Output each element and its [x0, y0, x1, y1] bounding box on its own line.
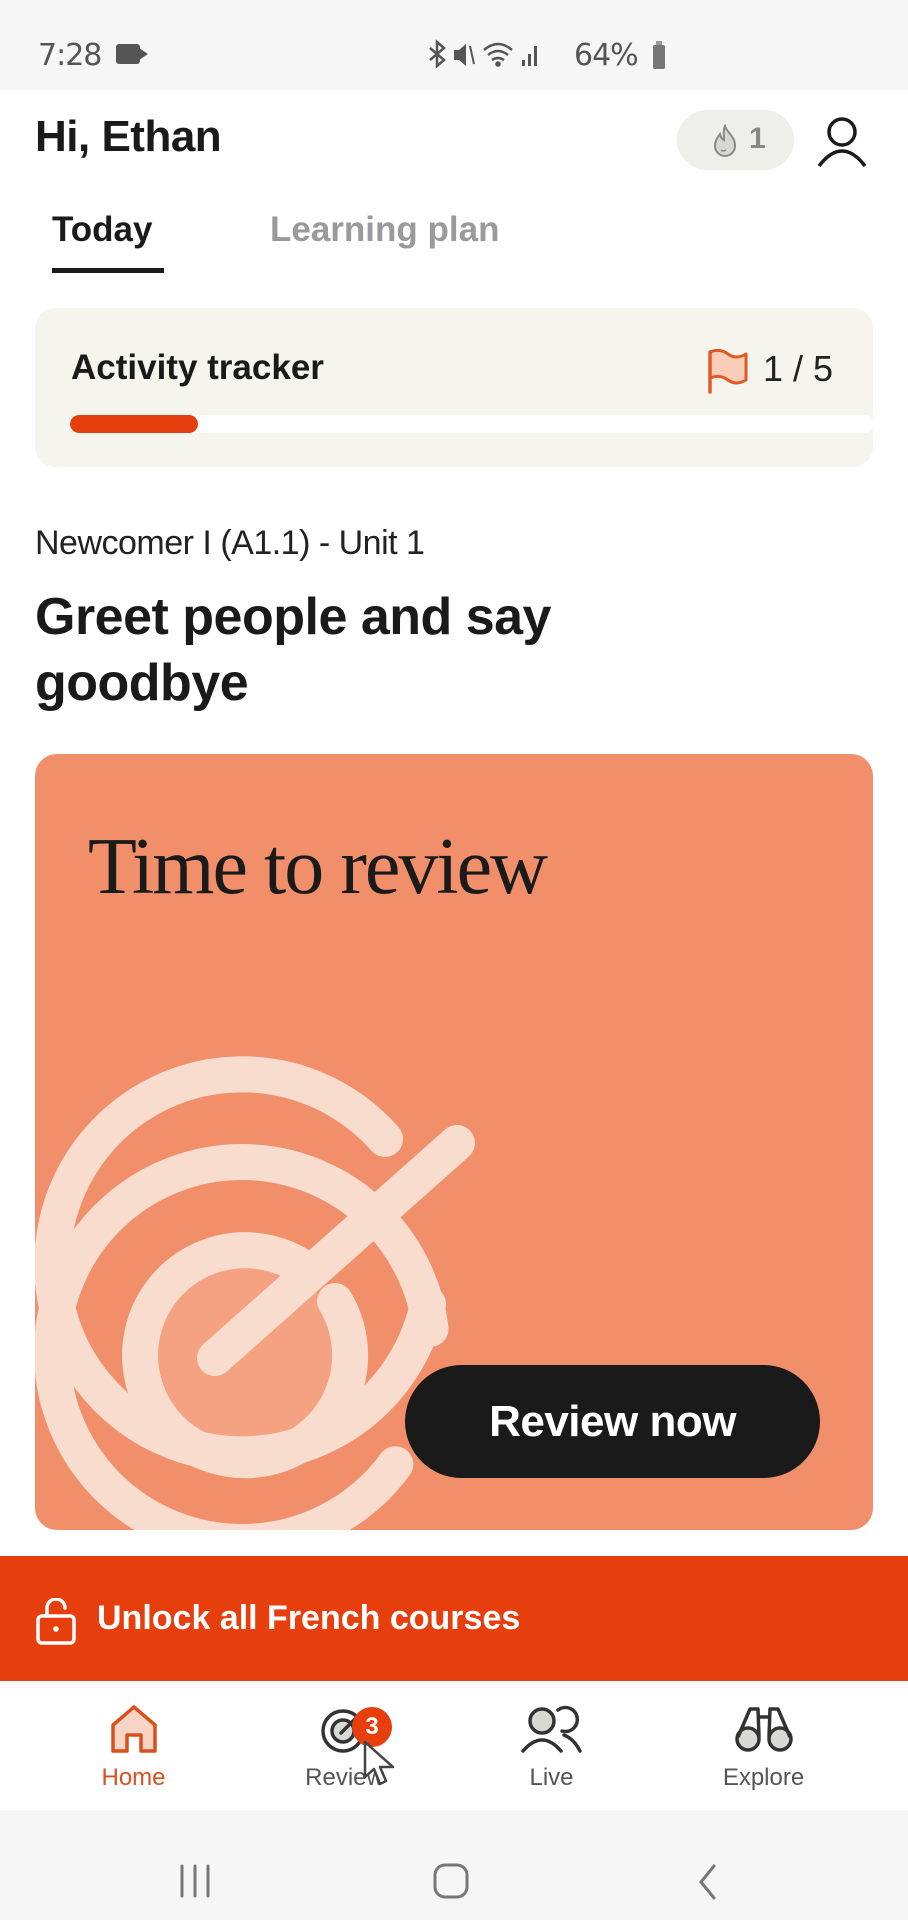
back-button[interactable] [696, 1864, 720, 1900]
status-time: 7:28 [38, 38, 102, 73]
activity-progress-text: 1 / 5 [763, 348, 834, 389]
unit-title: Greet people and say goodbye [35, 588, 551, 712]
greeting: Hi, Ethan [35, 112, 222, 161]
signal-icon [522, 46, 537, 66]
active-tab-indicator [52, 268, 164, 273]
home-icon [110, 1705, 157, 1753]
unlock-courses-label: Unlock all French courses [97, 1599, 521, 1637]
system-nav-bar [0, 1810, 908, 1920]
activity-tracker-title: Activity tracker [71, 348, 324, 387]
home-system-button[interactable] [432, 1862, 470, 1900]
nav-live[interactable]: Live [438, 1681, 665, 1810]
user-icon[interactable] [814, 114, 870, 170]
flame-icon [713, 124, 737, 157]
nav-home[interactable]: Home [20, 1681, 247, 1810]
tab-today[interactable]: Today [52, 210, 152, 250]
review-now-button[interactable]: Review now [405, 1365, 820, 1478]
screen-record-icon [116, 44, 148, 64]
unlock-icon [36, 1598, 76, 1645]
status-icons [426, 38, 566, 79]
battery-icon [653, 41, 665, 69]
unlock-courses-banner[interactable]: Unlock all French courses [0, 1556, 908, 1681]
review-card[interactable]: Time to review Review now [35, 754, 873, 1530]
wifi-icon [483, 42, 513, 67]
nav-home-label: Home [101, 1764, 166, 1791]
nav-explore[interactable]: Explore [650, 1681, 877, 1810]
status-bar: 7:28 64% [0, 0, 908, 90]
activity-progress-bar [70, 415, 873, 433]
nav-live-label: Live [529, 1764, 574, 1791]
nav-review-label: Review [305, 1764, 384, 1791]
people-icon [520, 1705, 582, 1753]
streak-badge[interactable]: 1 [677, 110, 794, 170]
unit-subtitle: Newcomer I (A1.1) - Unit 1 [35, 524, 425, 562]
bottom-nav: Home Review 3 Live Explore [0, 1681, 908, 1810]
battery-percent: 64% [574, 38, 639, 73]
activity-tracker-card[interactable]: Activity tracker 1 / 5 [35, 308, 873, 467]
recent-apps-button[interactable] [178, 1864, 212, 1898]
nav-review[interactable]: Review [231, 1681, 458, 1810]
tab-learning-plan[interactable]: Learning plan [270, 210, 499, 250]
bluetooth-icon [429, 39, 446, 69]
mute-icon [454, 44, 475, 66]
nav-explore-label: Explore [722, 1764, 805, 1791]
streak-count: 1 [749, 122, 766, 155]
binoculars-icon [734, 1707, 793, 1752]
flag-icon [708, 348, 748, 394]
mouse-cursor-icon [363, 1740, 395, 1786]
activity-progress-fill [70, 415, 199, 433]
